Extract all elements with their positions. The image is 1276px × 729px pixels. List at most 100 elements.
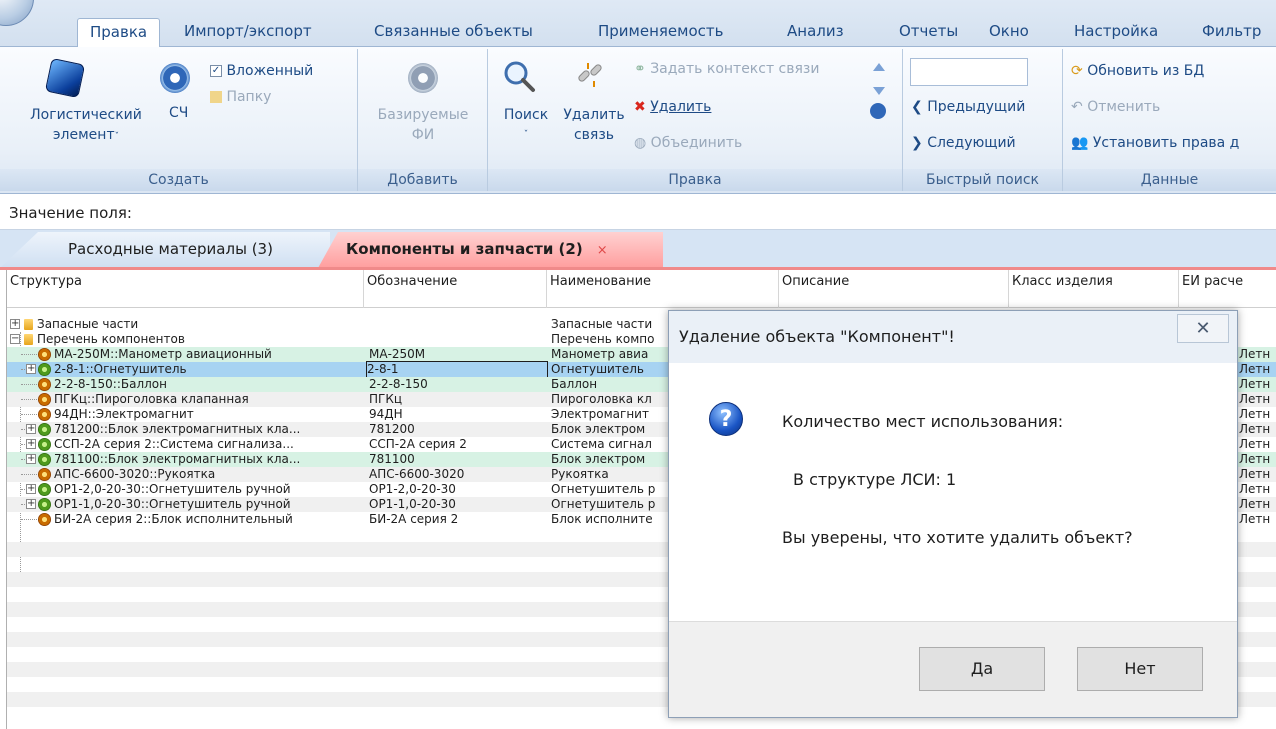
cell-unit: Летн — [1239, 482, 1271, 496]
dropdown-arrow-icon: ˇ — [114, 132, 120, 142]
cell-unit: Летн — [1239, 497, 1271, 511]
component-gear-icon — [38, 408, 51, 421]
cell-unit: Летн — [1239, 377, 1271, 391]
quick-search-input[interactable] — [910, 58, 1028, 86]
cell-unit: Летн — [1239, 437, 1271, 451]
column-name[interactable]: Наименование — [547, 270, 779, 308]
users-rights-icon: 👥 — [1071, 135, 1089, 151]
tab-import-export[interactable]: Импорт/экспорт — [172, 18, 324, 47]
column-item-class[interactable]: Класс изделия — [1009, 270, 1179, 308]
search-button[interactable]: Поиск ˇ — [496, 105, 556, 145]
cell-structure: АПС-6600-3020::Рукоятка — [54, 467, 216, 481]
ribbon: Логистический элементˇ СЧ ✓ Вложенный Па… — [0, 47, 1276, 193]
nested-label: Вложенный — [226, 63, 314, 79]
undo-icon: ↶ — [1071, 99, 1083, 115]
column-structure[interactable]: Структура — [7, 270, 364, 308]
merge-button[interactable]: ◍ Объединить — [634, 135, 742, 151]
component-gear-icon — [38, 453, 51, 466]
cell-unit: Летн — [1239, 392, 1271, 406]
move-down-arrow-icon[interactable] — [873, 87, 885, 95]
next-button[interactable]: ❯ Следующий — [911, 135, 1016, 151]
component-gear-icon — [38, 468, 51, 481]
expand-icon[interactable]: + — [10, 319, 20, 329]
based-fi-button[interactable]: Базируемые ФИ — [358, 105, 488, 145]
tree-connector — [21, 399, 37, 400]
expand-icon[interactable]: + — [26, 424, 36, 434]
group-add-title: Добавить — [358, 169, 487, 191]
refresh-link-icon[interactable] — [870, 103, 886, 119]
folder-button[interactable]: Папку — [210, 89, 271, 105]
expand-icon[interactable]: + — [26, 499, 36, 509]
component-gear-icon — [38, 483, 51, 496]
logistic-element-button[interactable]: Логистический элементˇ — [6, 105, 166, 147]
unlink-icon — [578, 63, 602, 87]
column-unit[interactable]: ЕИ расче — [1179, 270, 1276, 308]
set-rights-button[interactable]: 👥 Установить права д — [1071, 135, 1239, 151]
tab-analysis[interactable]: Анализ — [775, 18, 856, 47]
tab-settings[interactable]: Настройка — [1062, 18, 1170, 47]
column-description[interactable]: Описание — [779, 270, 1009, 308]
cell-name: Перечень компо — [551, 332, 655, 346]
group-create: Логистический элементˇ СЧ ✓ Вложенный Па… — [0, 49, 358, 191]
cell-name: Огнетушитель — [551, 362, 644, 376]
search-label: Поиск — [503, 107, 549, 123]
cell-structure: 2-2-8-150::Баллон — [54, 377, 167, 391]
tab-window[interactable]: Окно — [977, 18, 1041, 47]
sch-button[interactable]: СЧ — [169, 105, 188, 121]
undo-label: Отменить — [1087, 99, 1161, 115]
cell-name: Электромагнит — [551, 407, 649, 421]
nested-checkbox[interactable]: ✓ Вложенный — [210, 63, 313, 79]
previous-button[interactable]: ❮ Предыдущий — [911, 99, 1025, 115]
tab-linked-objects[interactable]: Связанные объекты — [362, 18, 545, 47]
expand-icon[interactable]: + — [26, 364, 36, 374]
based-fi-gear-icon — [408, 63, 438, 93]
undo-button[interactable]: ↶ Отменить — [1071, 99, 1160, 115]
group-edit-title: Правка — [488, 169, 902, 191]
cell-name: Блок исполните — [551, 512, 653, 526]
tab-consumables-label: Расходные материалы (3) — [68, 240, 273, 258]
cell-unit: Летн — [1239, 362, 1271, 376]
tab-consumables[interactable]: Расходные материалы (3) — [0, 232, 330, 268]
cell-name: Манометр авиа — [551, 347, 649, 361]
set-link-context-button[interactable]: ⚭ Задать контекст связи — [634, 61, 819, 77]
dialog-close-button[interactable]: ✕ — [1177, 314, 1229, 343]
cell-designation: ОР1-1,0-20-30 — [369, 497, 456, 511]
expand-icon[interactable]: + — [26, 454, 36, 464]
chevron-right-icon: ❯ — [911, 135, 923, 151]
tab-filter[interactable]: Фильтр — [1190, 18, 1273, 47]
cell-name: Рукоятка — [551, 467, 609, 481]
yes-button[interactable]: Да — [919, 647, 1045, 691]
tab-components-parts[interactable]: Компоненты и запчасти (2) × — [318, 232, 663, 268]
next-label: Следующий — [927, 135, 1016, 151]
refresh-from-db-button[interactable]: ⟳ Обновить из БД — [1071, 63, 1204, 79]
folder-label: Папку — [226, 89, 272, 105]
cell-name: Огнетушитель р — [551, 497, 656, 511]
expand-icon[interactable]: + — [26, 484, 36, 494]
merge-icon: ◍ — [634, 135, 647, 151]
cell-unit: Летн — [1239, 347, 1271, 361]
no-button[interactable]: Нет — [1077, 647, 1203, 691]
application-menu-button[interactable] — [0, 0, 34, 26]
document-tabs: Расходные материалы (3) Компоненты и зап… — [0, 230, 1276, 270]
tab-applicability[interactable]: Применяемость — [586, 18, 735, 47]
component-gear-icon — [38, 378, 51, 391]
tab-edit[interactable]: Правка — [77, 18, 161, 48]
set-link-context-label: Задать контекст связи — [650, 61, 820, 77]
cell-structure: ОР1-2,0-20-30::Огнетушитель ручной — [54, 482, 291, 496]
remove-link-button[interactable]: Удалить связь — [554, 105, 634, 145]
close-tab-icon[interactable]: × — [597, 243, 608, 258]
move-up-arrow-icon[interactable] — [873, 63, 885, 71]
collapse-icon[interactable]: − — [10, 334, 20, 344]
column-designation[interactable]: Обозначение — [364, 270, 547, 308]
component-gear-icon — [38, 513, 51, 526]
cell-designation[interactable]: 2-8-1 — [366, 361, 548, 378]
expand-icon[interactable]: + — [26, 439, 36, 449]
cell-name: Система сигнал — [551, 437, 652, 451]
delete-button[interactable]: ✖ Удалить — [634, 99, 711, 115]
ribbon-tab-bar: Правка Импорт/экспорт Связанные объекты … — [0, 0, 1276, 48]
link-context-icon: ⚭ — [634, 61, 646, 77]
logistic-element-label-2: элемент — [52, 127, 115, 143]
tab-reports[interactable]: Отчеты — [887, 18, 970, 47]
refresh-from-db-label: Обновить из БД — [1087, 63, 1205, 79]
component-gear-icon — [38, 363, 51, 376]
